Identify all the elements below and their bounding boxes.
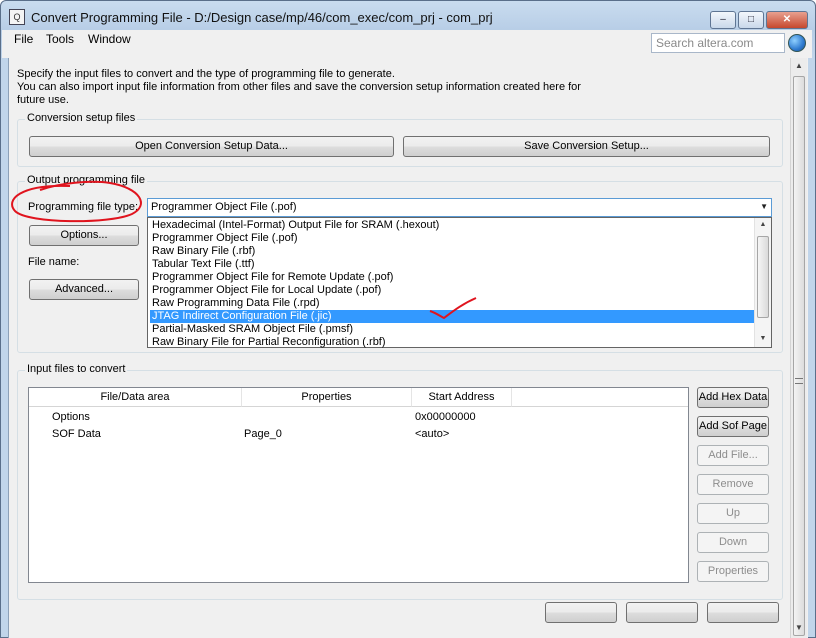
scroll-down-icon[interactable]: ▼	[755, 332, 771, 346]
intro-text: Specify the input files to convert and t…	[17, 68, 597, 107]
help-button[interactable]	[707, 602, 779, 623]
menu-bar: File Tools Window Search altera.com	[2, 30, 812, 58]
scroll-down-icon[interactable]: ▼	[791, 620, 807, 636]
advanced-button[interactable]: Advanced...	[29, 279, 139, 300]
input-files-title: Input files to convert	[25, 363, 128, 375]
dropdown-option[interactable]: Raw Binary File (.rbf)	[150, 245, 754, 258]
dropdown-option-highlighted[interactable]: JTAG Indirect Configuration File (.jic)	[150, 310, 754, 323]
add-sof-page-button[interactable]: Add Sof Page	[697, 416, 769, 437]
file-type-select[interactable]: Programmer Object File (.pof) ▼	[147, 198, 772, 217]
close-button[interactable]: ✕	[766, 11, 808, 29]
intro-line-2: You can also import input file informati…	[17, 81, 581, 106]
minimize-button[interactable]: –	[710, 11, 736, 29]
up-button[interactable]: Up	[697, 503, 769, 524]
maximize-button[interactable]: □	[738, 11, 764, 29]
dropdown-option[interactable]: Raw Binary File for Partial Reconfigurat…	[150, 336, 754, 349]
main-scrollbar[interactable]: ▲ ▼	[790, 58, 807, 638]
intro-line-1: Specify the input files to convert and t…	[17, 68, 395, 80]
globe-icon[interactable]	[788, 34, 806, 52]
menu-tools[interactable]: Tools	[46, 32, 74, 46]
menu-file[interactable]: File	[14, 32, 33, 46]
save-conversion-setup-button[interactable]: Save Conversion Setup...	[403, 136, 770, 157]
title-bar[interactable]: Q Convert Programming File - D:/Design c…	[1, 1, 815, 31]
column-header[interactable]: Properties	[242, 388, 412, 407]
dropdown-scroll-thumb[interactable]	[757, 236, 769, 318]
chevron-down-icon[interactable]: ▼	[760, 202, 768, 211]
generate-button[interactable]	[545, 602, 617, 623]
add-hex-data-button[interactable]: Add Hex Data	[697, 387, 769, 408]
row-area: SOF Data	[52, 428, 101, 440]
dropdown-option[interactable]: Hexadecimal (Intel-Format) Output File f…	[150, 219, 754, 232]
window-title: Convert Programming File - D:/Design cas…	[31, 10, 493, 25]
dropdown-option[interactable]: Raw Programming Data File (.rpd)	[150, 297, 754, 310]
dropdown-option[interactable]: Programmer Object File for Local Update …	[150, 284, 754, 297]
row-address: <auto>	[415, 428, 450, 440]
file-type-dropdown-list: Hexadecimal (Intel-Format) Output File f…	[147, 217, 772, 348]
close-dialog-button[interactable]	[626, 602, 698, 623]
options-button[interactable]: Options...	[29, 225, 139, 246]
file-type-label: Programming file type:	[28, 201, 139, 213]
scroll-thumb[interactable]	[793, 76, 805, 636]
dropdown-option[interactable]: Partial-Masked SRAM Object File (.pmsf)	[150, 323, 754, 336]
output-file-title: Output programming file	[25, 174, 147, 186]
remove-button[interactable]: Remove	[697, 474, 769, 495]
app-icon: Q	[9, 9, 25, 25]
row-address: 0x00000000	[415, 411, 476, 423]
dropdown-option[interactable]: Tabular Text File (.ttf)	[150, 258, 754, 271]
dropdown-option[interactable]: Programmer Object File for Remote Update…	[150, 271, 754, 284]
open-conversion-setup-button[interactable]: Open Conversion Setup Data...	[29, 136, 394, 157]
dropdown-scrollbar[interactable]: ▲ ▼	[754, 218, 771, 347]
scroll-grip-icon	[795, 378, 803, 384]
column-header-filler	[512, 388, 688, 407]
conversion-setup-title: Conversion setup files	[25, 112, 138, 124]
search-input[interactable]: Search altera.com	[651, 33, 785, 53]
column-header[interactable]: Start Address	[412, 388, 512, 407]
file-type-selected: Programmer Object File (.pof)	[151, 201, 297, 213]
row-area: Options	[52, 411, 90, 423]
file-name-label: File name:	[28, 256, 80, 268]
add-file-button[interactable]: Add File...	[697, 445, 769, 466]
input-files-table: File/Data area Properties Start Address …	[28, 387, 689, 583]
dropdown-option[interactable]: Programmer Object File (.pof)	[150, 232, 754, 245]
row-properties: Page_0	[244, 428, 282, 440]
scroll-up-icon[interactable]: ▲	[755, 218, 771, 232]
column-header[interactable]: File/Data area	[29, 388, 242, 407]
scroll-up-icon[interactable]: ▲	[791, 58, 807, 74]
menu-window[interactable]: Window	[88, 32, 131, 46]
properties-button[interactable]: Properties	[697, 561, 769, 582]
down-button[interactable]: Down	[697, 532, 769, 553]
